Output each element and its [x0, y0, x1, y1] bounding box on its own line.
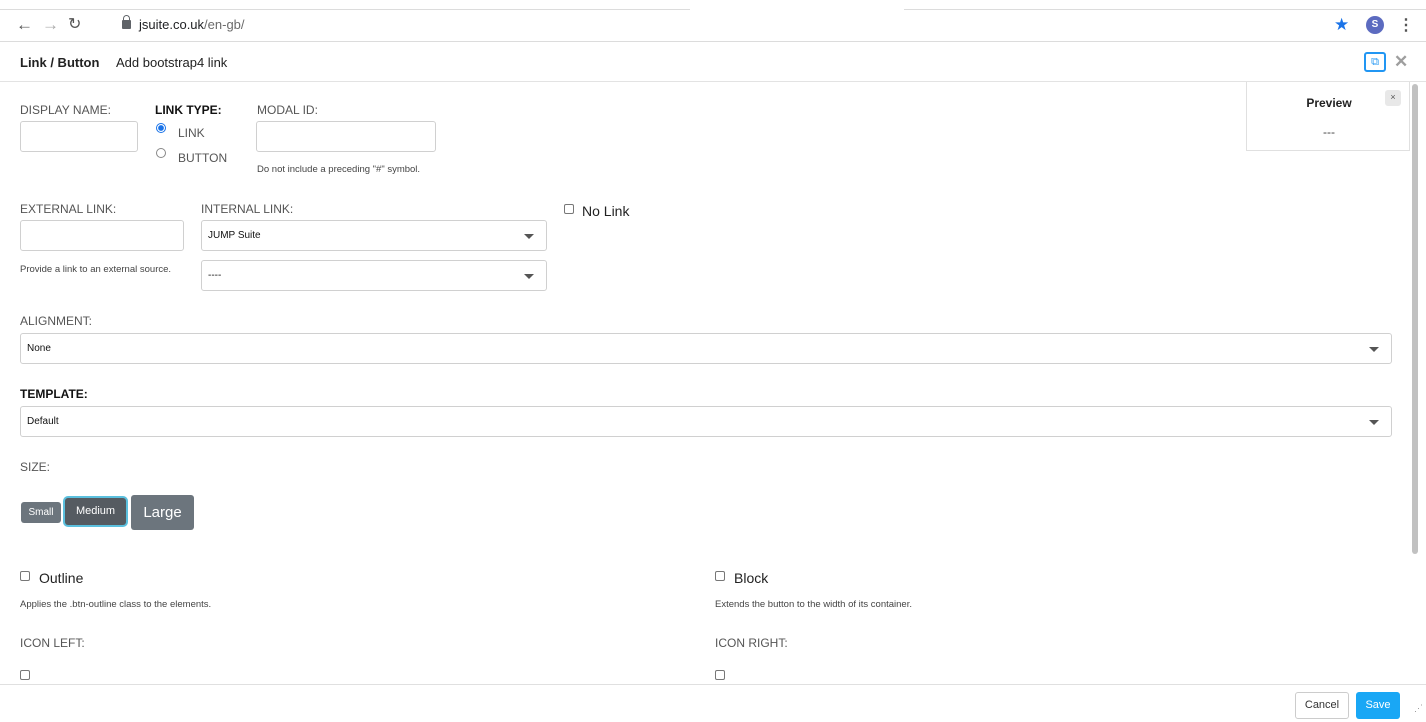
link-type-button-label: BUTTON [178, 151, 228, 165]
outline-help: Applies the .btn-outline class to the el… [20, 599, 212, 610]
reload-icon[interactable]: ↻ [68, 16, 81, 34]
size-medium-button[interactable]: Medium [65, 498, 126, 525]
display-name-input[interactable] [20, 121, 138, 152]
size-small-button[interactable]: Small [21, 502, 61, 523]
modal-subtitle: Add bootstrap4 link [116, 55, 228, 70]
restore-window-icon[interactable]: ⧉ [1364, 52, 1386, 72]
lock-icon [122, 15, 131, 29]
modal-id-help: Do not include a preceding "#" symbol. [257, 164, 421, 175]
browser-toolbar: ← → ↻ jsuite.co.uk/en-gb/ ★ S ⋮ [0, 0, 1426, 42]
forward-arrow-icon[interactable]: → [42, 16, 59, 34]
alignment-select[interactable]: None [20, 333, 1392, 364]
url-path: /en-gb/ [204, 17, 245, 32]
size-large-button[interactable]: Large [131, 495, 194, 530]
chevron-down-icon [524, 234, 534, 239]
external-link-label: EXTERNAL LINK: [20, 202, 117, 216]
internal-link-site-value: JUMP Suite [208, 230, 261, 241]
link-type-link-radio[interactable] [156, 123, 166, 133]
outline-label: Outline [39, 570, 84, 586]
preview-value: --- [1323, 125, 1335, 139]
display-name-label: DISPLAY NAME: [20, 103, 111, 117]
address-bar[interactable]: jsuite.co.uk/en-gb/ [122, 15, 245, 32]
modal-title: Link / Button [20, 55, 100, 70]
preview-close-icon[interactable]: × [1385, 90, 1401, 106]
icon-left-label: ICON LEFT: [20, 636, 85, 650]
scrollbar[interactable] [1412, 84, 1418, 554]
alignment-label: ALIGNMENT: [20, 314, 93, 328]
template-label: TEMPLATE: [20, 387, 88, 401]
size-label: SIZE: [20, 460, 51, 474]
alignment-value: None [27, 343, 51, 354]
link-type-button-radio[interactable] [156, 148, 166, 158]
external-link-input[interactable] [20, 220, 184, 251]
no-link-label: No Link [582, 203, 630, 219]
back-arrow-icon[interactable]: ← [16, 16, 33, 34]
block-label: Block [734, 570, 769, 586]
profile-avatar[interactable]: S [1366, 16, 1384, 34]
block-checkbox[interactable] [715, 571, 725, 581]
modal-footer: Cancel Save ⋰ [0, 684, 1426, 722]
browser-menu-icon[interactable]: ⋮ [1398, 15, 1414, 35]
tab-strip-line [904, 0, 1426, 10]
modal-id-label: MODAL ID: [257, 103, 318, 117]
icon-right-label: ICON RIGHT: [715, 636, 788, 650]
internal-link-page-select[interactable]: ---- [201, 260, 547, 291]
external-link-help: Provide a link to an external source. [20, 264, 172, 275]
chevron-down-icon [1369, 420, 1379, 425]
url-host: jsuite.co.uk [139, 17, 205, 32]
save-button[interactable]: Save [1356, 692, 1400, 719]
cancel-button[interactable]: Cancel [1295, 692, 1349, 719]
internal-link-page-value: ---- [208, 270, 222, 281]
template-value: Default [27, 416, 59, 427]
internal-link-site-select[interactable]: JUMP Suite [201, 220, 547, 251]
no-link-checkbox[interactable] [564, 204, 574, 214]
link-type-link-label: LINK [178, 126, 205, 140]
tab-strip-line [0, 0, 690, 10]
chevron-down-icon [524, 274, 534, 279]
template-select[interactable]: Default [20, 406, 1392, 437]
close-icon[interactable]: ✕ [1394, 52, 1408, 72]
modal-id-input[interactable] [256, 121, 436, 152]
block-help: Extends the button to the width of its c… [715, 599, 912, 610]
resize-handle-icon[interactable]: ⋰ [1414, 703, 1423, 714]
preview-panel: Preview --- × [1246, 82, 1410, 151]
bookmark-star-icon[interactable]: ★ [1334, 15, 1349, 35]
link-type-label: LINK TYPE: [155, 103, 222, 117]
icon-left-checkbox[interactable] [20, 670, 30, 680]
outline-checkbox[interactable] [20, 571, 30, 581]
icon-right-checkbox[interactable] [715, 670, 725, 680]
internal-link-label: INTERNAL LINK: [201, 202, 294, 216]
chevron-down-icon [1369, 347, 1379, 352]
modal-header: Link / Button Add bootstrap4 link ⧉ ✕ [0, 42, 1426, 82]
